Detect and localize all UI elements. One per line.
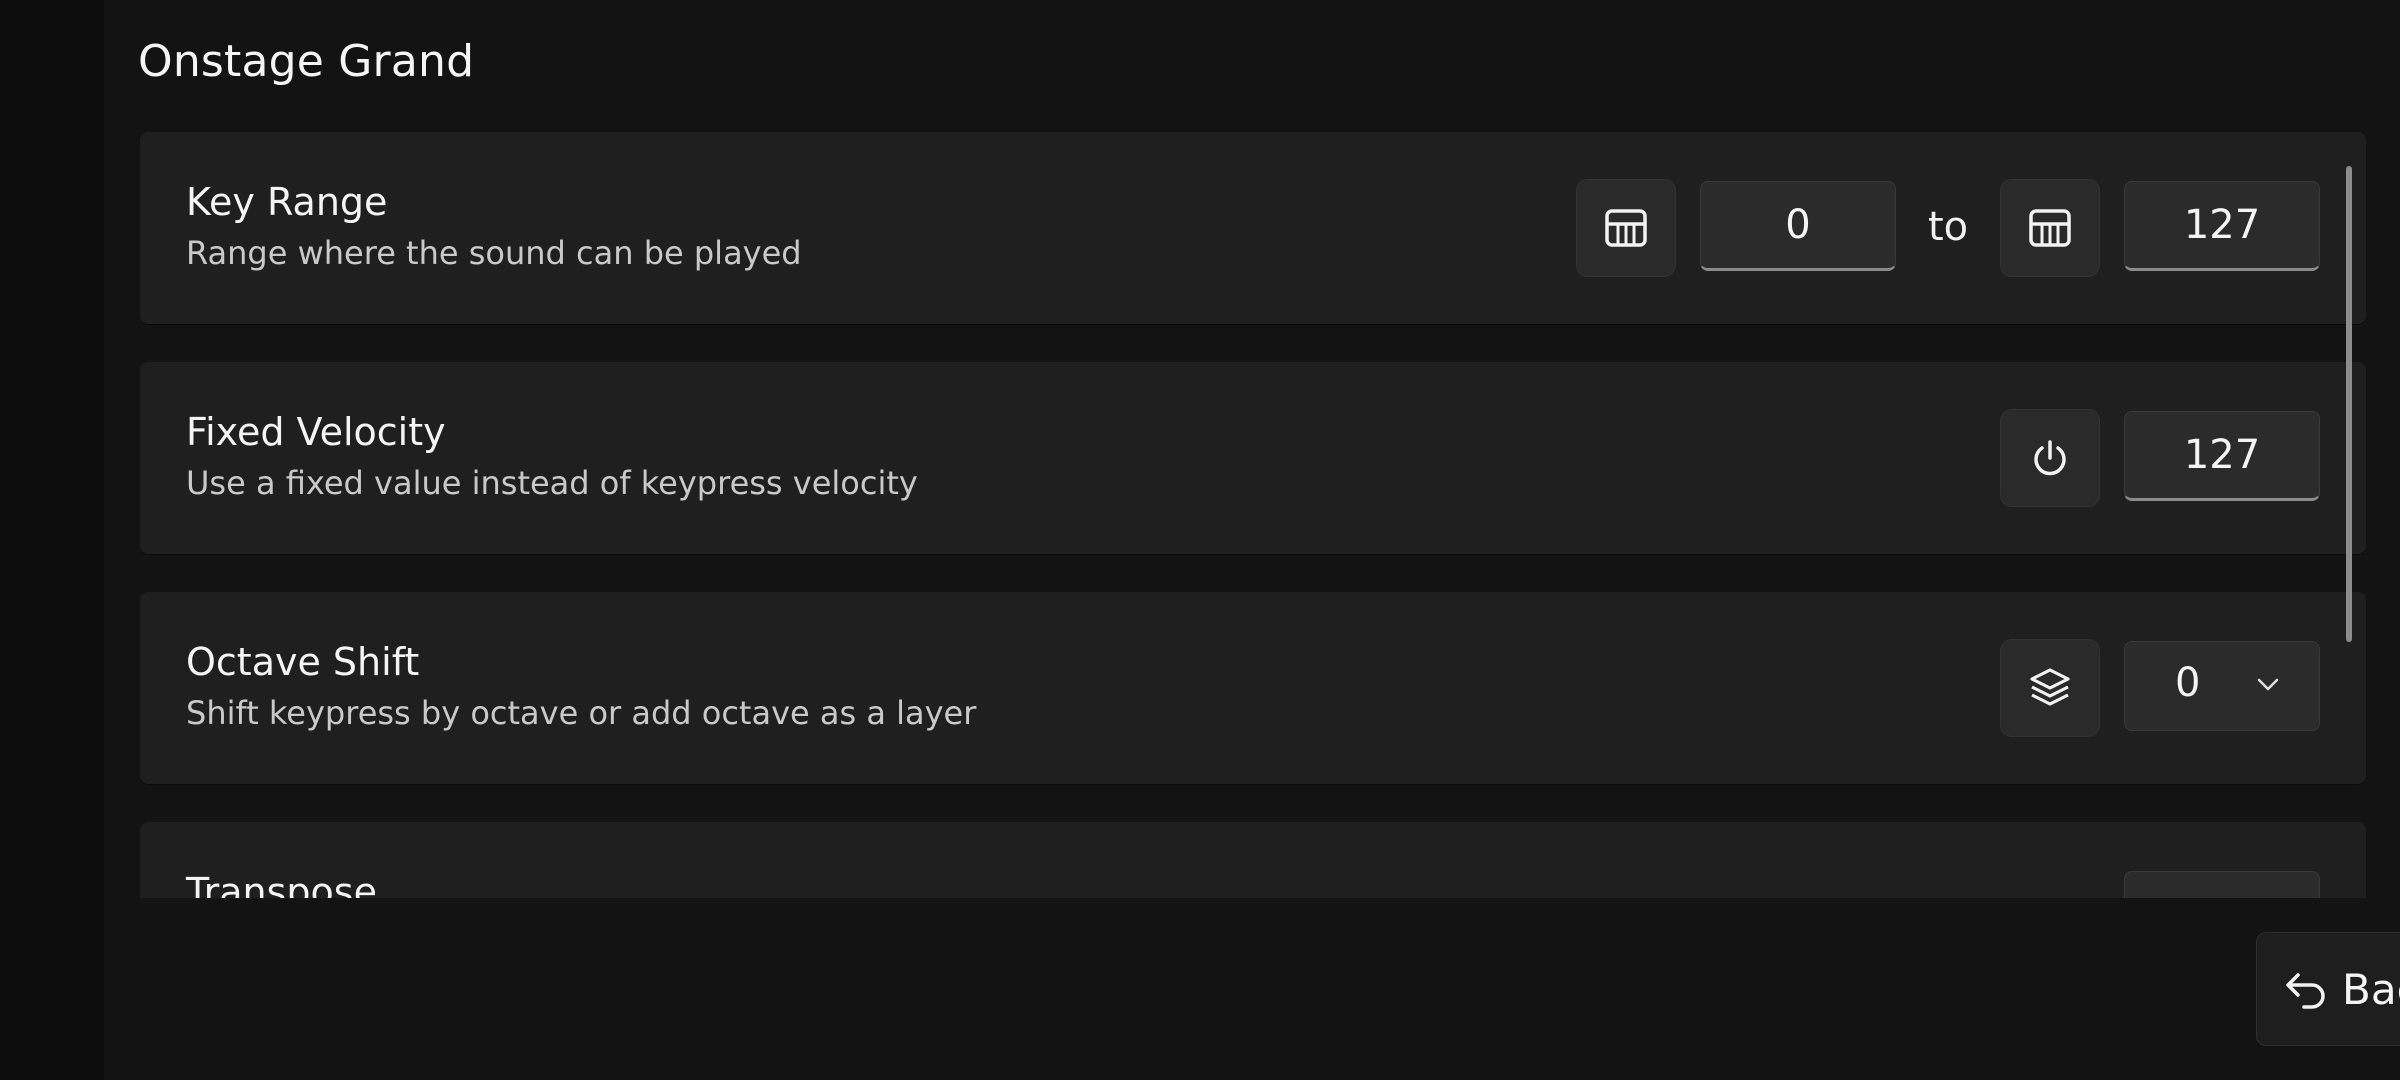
undo-arrow-icon — [2286, 973, 2325, 1009]
octave-shift-card: Octave Shift Shift keypress by octave or… — [140, 592, 2366, 784]
fixed-velocity-toggle-button[interactable] — [2000, 409, 2100, 507]
layers-icon — [2030, 668, 2070, 706]
octave-shift-description: Shift keypress by octave or add octave a… — [186, 694, 977, 732]
transpose-card: Transpose — [140, 822, 2366, 898]
fixed-velocity-title: Fixed Velocity — [186, 410, 446, 454]
transpose-title: Transpose — [186, 870, 377, 898]
piano-keys-icon — [2029, 209, 2071, 247]
key-range-description: Range where the sound can be played — [186, 234, 802, 272]
key-range-to-learn-button[interactable] — [2000, 179, 2100, 277]
key-range-title: Key Range — [186, 180, 388, 224]
key-range-to-label: to — [1928, 204, 1969, 250]
back-button-label: Back — [2342, 964, 2400, 1014]
transpose-input[interactable] — [2124, 871, 2320, 898]
chevron-down-icon — [2257, 678, 2279, 691]
octave-shift-select[interactable]: 0 — [2124, 641, 2320, 731]
octave-layer-button[interactable] — [2000, 639, 2100, 737]
key-range-from-learn-button[interactable] — [1576, 179, 1676, 277]
key-range-to-input[interactable]: 127 — [2124, 181, 2320, 271]
left-edge-panel — [0, 0, 104, 1080]
piano-keys-icon — [1605, 209, 1647, 247]
back-button[interactable]: Back — [2256, 932, 2400, 1046]
key-range-card: Key Range Range where the sound can be p… — [140, 132, 2366, 324]
fixed-velocity-card: Fixed Velocity Use a fixed value instead… — [140, 362, 2366, 554]
settings-scrollbar[interactable] — [2346, 166, 2352, 642]
octave-shift-selected-value: 0 — [2175, 660, 2201, 706]
power-icon — [2034, 440, 2066, 476]
octave-shift-title: Octave Shift — [186, 640, 420, 684]
sound-settings-panel: Onstage Grand Key Range Range where the … — [104, 0, 2400, 1080]
settings-list[interactable]: Key Range Range where the sound can be p… — [140, 132, 2366, 898]
fixed-velocity-description: Use a fixed value instead of keypress ve… — [186, 464, 918, 502]
fixed-velocity-input[interactable]: 127 — [2124, 411, 2320, 501]
page-title: Onstage Grand — [138, 36, 475, 87]
key-range-from-input[interactable]: 0 — [1700, 181, 1896, 271]
